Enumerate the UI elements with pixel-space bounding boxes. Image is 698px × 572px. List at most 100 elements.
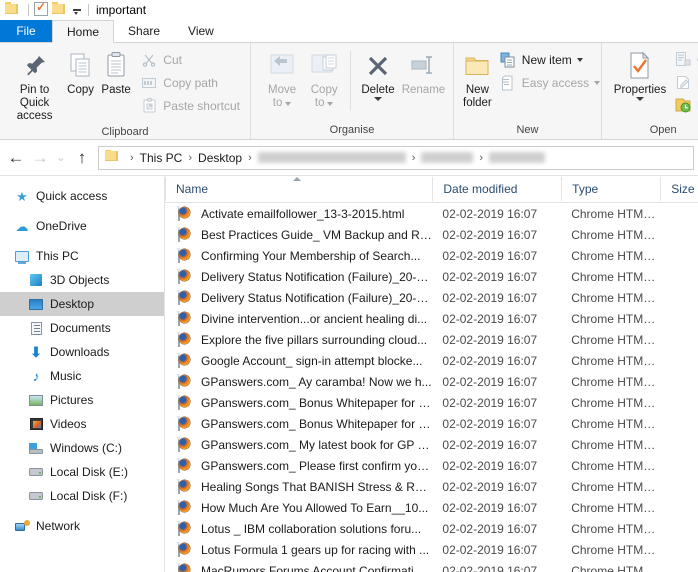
file-name-cell[interactable]: Explore the five pillars surrounding clo… [165,331,432,348]
new-item-caret-icon[interactable] [576,57,583,62]
breadcrumb-folder-icon[interactable] [105,149,121,166]
forward-arrow-icon[interactable]: → [28,145,52,171]
sidebar-item-music[interactable]: ♪ Music [0,364,164,388]
table-row[interactable]: How Much Are You Allowed To Earn__10... 0… [165,497,698,518]
new-folder-button[interactable]: New folder [462,47,493,112]
up-arrow-icon[interactable]: ↑ [70,145,94,171]
file-name-cell[interactable]: Activate emailfollower_13-3-2015.html [165,205,432,222]
rename-button[interactable]: Rename [400,47,447,99]
sidebar-item-downloads[interactable]: ⬇ Downloads [0,340,164,364]
column-header-size[interactable]: Size [660,177,698,201]
file-name-cell[interactable]: Delivery Status Notification (Failure)_2… [165,268,432,285]
table-row[interactable]: GPanswers.com_ Please first confirm you.… [165,455,698,476]
open-group-label: Open [649,124,677,136]
quick-access-star-icon: ★ [16,188,28,204]
copy-path-button[interactable]: Copy path [138,71,244,94]
delete-button[interactable]: Delete [356,47,400,103]
properties-button[interactable]: Properties [610,47,670,103]
table-row[interactable]: GPanswers.com_ Ay caramba! Now we h... 02… [165,371,698,392]
sidebar-item-pictures[interactable]: Pictures [0,388,164,412]
pin-to-quick-access-button[interactable]: Pin to Quick access [6,47,63,125]
file-name-cell[interactable]: Lotus Formula 1 gears up for racing with… [165,541,432,558]
table-row[interactable]: Delivery Status Notification (Failure)_2… [165,266,698,287]
copy-to-button[interactable]: Copy to [303,47,345,112]
move-to-button[interactable]: Move to [261,47,303,112]
edit-button[interactable]: Edi [672,71,698,94]
sidebar-item-videos[interactable]: Videos [0,412,164,436]
file-name-cell[interactable]: Delivery Status Notification (Failure)_2… [165,289,432,306]
file-name-cell[interactable]: GPanswers.com_ Bonus Whitepaper for S... [165,394,432,411]
table-row[interactable]: Delivery Status Notification (Failure)_2… [165,287,698,308]
properties-dropdown-caret-icon[interactable] [636,97,644,101]
new-item-button[interactable]: New item [497,48,604,71]
table-row[interactable]: GPanswers.com_ My latest book for GP a..… [165,434,698,455]
sidebar-item-3d-objects[interactable]: 3D Objects [0,268,164,292]
breadcrumb-item-important[interactable]: important [489,152,546,163]
table-row[interactable]: Healing Songs That BANISH Stress & Red..… [165,476,698,497]
table-row[interactable]: GPanswers.com_ Bonus Whitepaper for S...… [165,392,698,413]
file-name-label: Google Account_ sign-in attempt blocke..… [201,353,423,368]
table-row[interactable]: GPanswers.com_ Bonus Whitepaper for S...… [165,413,698,434]
sidebar-item-windows-c[interactable]: Windows (C:) [0,436,164,460]
file-name-cell[interactable]: Confirming Your Membership of Search... [165,247,432,264]
breadcrumb-item-desktop[interactable]: Desktop [198,151,242,165]
sidebar-item-this-pc[interactable]: This PC [0,244,164,268]
sidebar-item-desktop[interactable]: Desktop [0,292,164,316]
delete-dropdown-caret-icon[interactable] [373,97,382,101]
file-name-cell[interactable]: Healing Songs That BANISH Stress & Red..… [165,478,432,495]
file-name-cell[interactable]: GPanswers.com_ Please first confirm you.… [165,457,432,474]
table-row[interactable]: Google Account_ sign-in attempt blocke..… [165,350,698,371]
pin-label-line2: access [16,110,53,122]
tab-share[interactable]: Share [114,20,174,42]
breadcrumb-item-msg-files[interactable]: MSG Files [421,152,474,163]
easy-access-caret-icon[interactable] [594,80,601,85]
file-name-cell[interactable]: Lotus _ IBM collaboration solutions foru… [165,520,432,537]
sidebar-item-onedrive[interactable]: ☁ OneDrive [0,214,164,238]
table-row[interactable]: Lotus _ IBM collaboration solutions foru… [165,518,698,539]
file-name-cell[interactable]: Best Practices Guide_ VM Backup and Re..… [165,226,432,243]
file-name-cell[interactable]: GPanswers.com_ My latest book for GP a..… [165,436,432,453]
properties-check-icon[interactable] [34,0,50,18]
file-name-cell[interactable]: How Much Are You Allowed To Earn__10... [165,499,432,516]
ribbon-tabstrip: File Home Share View [0,20,698,43]
back-arrow-icon[interactable]: ← [4,145,28,171]
sidebar-item-local-disk-f[interactable]: Local Disk (F:) [0,484,164,508]
copy-button[interactable]: Copy [63,47,98,99]
sidebar-item-documents[interactable]: Documents [0,316,164,340]
breadcrumb-item-this-pc[interactable]: This PC [140,151,183,165]
new-folder-icon[interactable] [52,2,68,18]
tab-file[interactable]: File [0,20,52,42]
customize-quick-access-dropdown-icon[interactable] [70,2,83,18]
table-row[interactable]: Divine intervention...or ancient healing… [165,308,698,329]
breadcrumb[interactable]: › This PC › Desktop › BACKUP_02-02-2019 … [98,145,694,170]
table-row[interactable]: Lotus Formula 1 gears up for racing with… [165,539,698,560]
table-row[interactable]: Best Practices Guide_ VM Backup and Re..… [165,224,698,245]
file-name-cell[interactable]: MacRumors Forums Account Confirmati... [165,562,432,572]
history-button[interactable]: His [672,94,698,117]
recent-locations-icon[interactable]: ⌄ [52,145,70,171]
table-row[interactable]: MacRumors Forums Account Confirmati... 02… [165,560,698,572]
file-name-cell[interactable]: Google Account_ sign-in attempt blocke..… [165,352,432,369]
file-name-cell[interactable]: GPanswers.com_ Bonus Whitepaper for S... [165,415,432,432]
breadcrumb-item-backup[interactable]: BACKUP_02-02-2019 04-04 [257,152,406,163]
tab-view[interactable]: View [174,20,228,42]
scissors-icon [140,51,158,69]
file-name-cell[interactable]: GPanswers.com_ Ay caramba! Now we h... [165,373,432,390]
column-header-type[interactable]: Type [561,177,660,201]
cut-button[interactable]: Cut [138,48,244,71]
paste-button[interactable]: Paste [98,47,134,99]
sidebar-item-network[interactable]: Network [0,514,164,538]
file-name-cell[interactable]: Divine intervention...or ancient healing… [165,310,432,327]
open-button[interactable]: Op [672,48,698,71]
quick-access-folder-icon[interactable] [5,2,21,18]
sidebar-item-local-disk-e[interactable]: Local Disk (E:) [0,460,164,484]
paste-shortcut-button[interactable]: Paste shortcut [138,94,244,117]
sidebar-item-quick-access[interactable]: ★ Quick access [0,184,164,208]
table-row[interactable]: Confirming Your Membership of Search... 0… [165,245,698,266]
tab-home[interactable]: Home [52,20,115,43]
table-row[interactable]: Activate emailfollower_13-3-2015.html 02-… [165,203,698,224]
ribbon-group-open: Properties Open [601,43,698,139]
easy-access-button[interactable]: Easy access [497,71,604,94]
table-row[interactable]: Explore the five pillars surrounding clo… [165,329,698,350]
column-header-date-modified[interactable]: Date modified [432,177,561,201]
